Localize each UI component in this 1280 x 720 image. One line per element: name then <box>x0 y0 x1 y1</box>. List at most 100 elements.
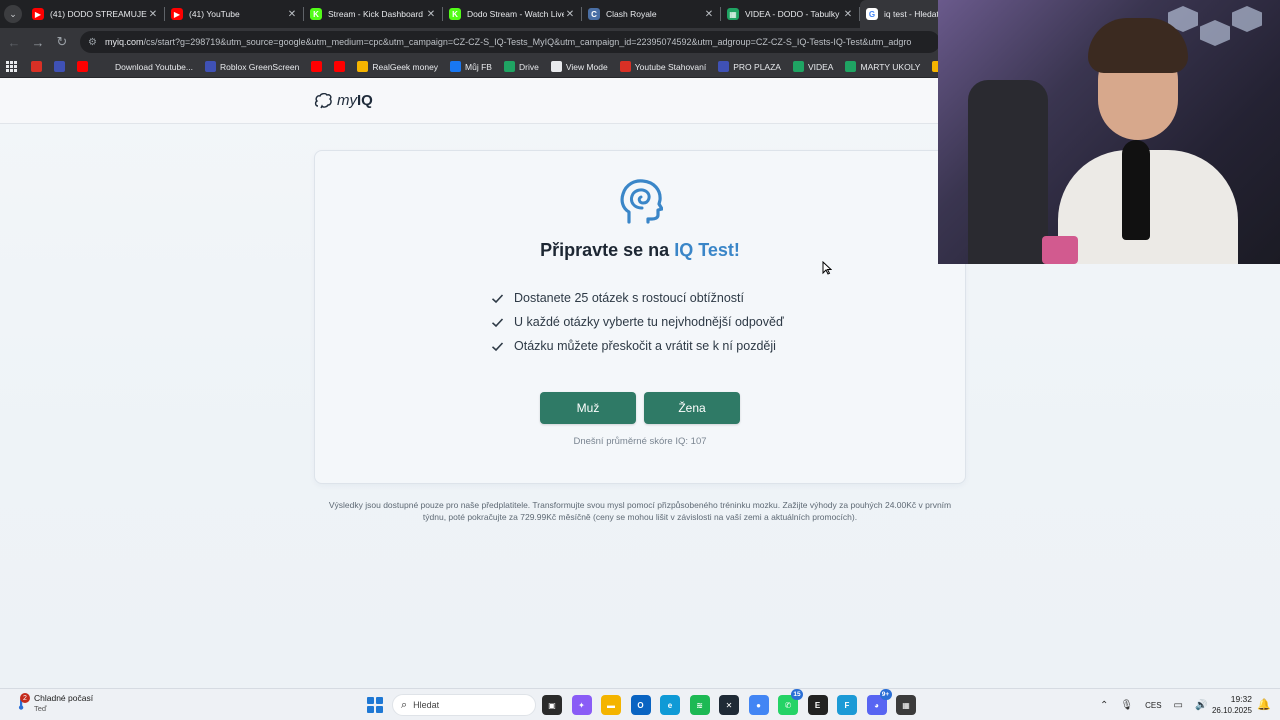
apps-grid-icon[interactable] <box>6 61 17 72</box>
site-info-icon[interactable]: ⚙ <box>88 37 97 48</box>
chevron-up-icon[interactable]: ⌃ <box>1100 700 1108 711</box>
browser-tab[interactable]: ▶ (41) YouTube ✕ <box>165 0 304 28</box>
epic-games-icon[interactable]: E <box>807 695 828 715</box>
taskbar-search-input[interactable]: ⌕ Hledat <box>392 694 536 716</box>
bookmark-item[interactable] <box>334 61 349 72</box>
tab-title: Dodo Stream - Watch Live <box>467 9 564 19</box>
bookmark-favicon-icon <box>204 61 216 72</box>
browser-tab[interactable]: ▶ (41) DODO STREAMUJE - ✕ <box>26 0 165 28</box>
taskbar-search-placeholder: Hledat <box>413 700 440 710</box>
feature-item: U každé otázky vyberte tu nejvhodnější o… <box>491 310 784 334</box>
language-indicator[interactable]: CES <box>1145 701 1161 710</box>
task-view-icon[interactable]: ▣ <box>542 695 562 715</box>
kick-icon: K <box>310 8 322 20</box>
card-title-prefix: Připravte se na <box>540 240 675 260</box>
search-icon: ⌕ <box>401 698 408 711</box>
bookmark-item[interactable]: Roblox GreenScreen <box>204 61 299 72</box>
volume-icon[interactable]: 🔊 <box>1195 700 1207 711</box>
close-tab-icon[interactable]: ✕ <box>564 9 576 20</box>
close-tab-icon[interactable]: ✕ <box>286 9 298 20</box>
subscription-footnote: Výsledky jsou dostupné pouze pro naše př… <box>328 500 952 522</box>
bookmark-item[interactable]: Drive <box>503 61 539 72</box>
chrome-icon[interactable]: ● <box>748 695 769 715</box>
google-icon: G <box>866 8 878 20</box>
close-tab-icon[interactable]: ✕ <box>147 9 159 20</box>
feature-text: Otázku můžete přeskočit a vrátit se k ní… <box>514 339 776 353</box>
close-tab-icon[interactable]: ✕ <box>425 9 437 20</box>
close-tab-icon[interactable]: ✕ <box>842 9 854 20</box>
site-logo[interactable]: my IQ <box>314 92 373 109</box>
app-badge: 9+ <box>879 689 892 700</box>
browser-tab[interactable]: ▦ VIDEA - DODO - Tabulky ✕ <box>721 0 860 28</box>
url-host: myiq.com <box>104 37 144 47</box>
bookmark-label: Drive <box>518 61 539 72</box>
outlook-icon[interactable]: O <box>630 695 651 715</box>
bookmark-label: RealGeek money <box>372 61 439 72</box>
bookmark-item[interactable]: Můj FB <box>450 61 492 72</box>
bookmark-item[interactable]: PRO PLAZA <box>718 61 781 72</box>
sheets-icon: ▦ <box>727 8 739 20</box>
male-button[interactable]: Muž <box>540 392 636 424</box>
spotify-icon[interactable]: ≋ <box>689 695 710 715</box>
clock[interactable]: 19:32 26.10.2025 <box>1208 694 1252 715</box>
bookmark-label: VIDEA <box>807 61 834 72</box>
female-button[interactable]: Žena <box>644 392 740 424</box>
network-icon[interactable]: ▭ <box>1174 700 1183 711</box>
url-text: myiq.com/cs/start?g=298719&utm_source=go… <box>105 37 911 47</box>
tab-strip: ▶ (41) DODO STREAMUJE - ✕ ▶ (41) YouTube ✕ K St… <box>26 0 999 28</box>
reload-button[interactable]: ↻ <box>50 30 74 54</box>
bookmark-favicon-icon <box>718 61 730 72</box>
file-explorer-icon[interactable]: ▬ <box>601 695 621 715</box>
bookmark-favicon-icon <box>792 61 804 72</box>
brain-logo-icon <box>314 92 332 108</box>
bookmark-favicon-icon <box>619 61 631 72</box>
feature-text: Dostanete 25 otázek s rostoucí obtížnost… <box>514 291 744 305</box>
average-score-text: Dnešní průměrné skóre IQ: 107 <box>573 436 707 447</box>
tab-search-button[interactable]: ⌄ <box>0 0 26 28</box>
logo-text-my: my <box>337 92 357 109</box>
bookmark-item[interactable] <box>31 61 46 72</box>
bookmark-item[interactable] <box>77 61 92 72</box>
bookmark-item[interactable]: Download Youtube... <box>100 61 193 72</box>
checkmark-icon <box>491 317 504 327</box>
head-spiral-icon <box>620 179 663 224</box>
weather-subtitle: Teď <box>34 704 47 713</box>
notification-bell-icon[interactable]: 🔔 <box>1257 698 1271 711</box>
url-input[interactable]: ⚙ myiq.com/cs/start?g=298719&utm_source=… <box>80 31 940 53</box>
weather-title: Chladné počasí <box>34 693 94 703</box>
bookmark-favicon-icon <box>54 61 65 72</box>
bookmark-item[interactable]: MARTY UKOLY <box>845 61 920 72</box>
discord-icon[interactable]: ◕ 9+ <box>866 689 892 715</box>
forward-button[interactable]: → <box>26 30 50 54</box>
bookmark-item[interactable] <box>54 61 69 72</box>
checkmark-icon <box>491 293 504 303</box>
bookmark-item[interactable]: View Mode <box>550 61 608 72</box>
bookmark-favicon-icon <box>845 61 857 72</box>
browser-tab[interactable]: K Stream - Kick Dashboard ✕ <box>304 0 443 28</box>
start-button[interactable] <box>367 697 383 713</box>
feature-item: Dostanete 25 otázek s rostoucí obtížnost… <box>491 286 784 310</box>
clock-date: 26.10.2025 <box>1211 706 1252 715</box>
microphone-icon[interactable]: 🎙 <box>1120 700 1133 711</box>
back-button[interactable]: ← <box>2 30 26 54</box>
close-tab-icon[interactable]: ✕ <box>703 9 715 20</box>
bookmark-item[interactable]: RealGeek money <box>357 61 438 72</box>
terminal-icon[interactable]: ✕ <box>719 695 739 715</box>
system-tray: ⌃ 🎙 CES ▭ 🔊 <box>1100 689 1219 720</box>
copilot-icon[interactable]: ✦ <box>571 695 592 715</box>
weather-widget[interactable]: 2 Chladné počasí Teď <box>14 693 93 713</box>
bookmark-item[interactable]: Youtube Stahovaní <box>619 61 706 72</box>
bookmark-favicon-icon <box>357 61 369 72</box>
whatsapp-icon[interactable]: ✆ 15 <box>778 689 803 715</box>
bookmark-label: Download Youtube... <box>115 61 193 72</box>
browser-tab[interactable]: C Clash Royale ✕ <box>582 0 721 28</box>
browser-tab[interactable]: K Dodo Stream - Watch Live ✕ <box>443 0 582 28</box>
bookmark-item[interactable]: VIDEA <box>792 61 834 72</box>
weather-icon: 2 <box>14 693 30 710</box>
app-icon[interactable]: F <box>837 695 857 715</box>
intro-card: Připravte se na IQ Test! Dostanete 25 ot… <box>314 150 966 484</box>
calculator-icon[interactable]: ▦ <box>896 695 916 715</box>
edge-icon[interactable]: e <box>660 695 680 715</box>
taskbar-apps: ▣ ✦ ▬ Oe ≋ ✕ ● ✆ 15 E F ◕ 9+ ▦ <box>542 689 926 715</box>
bookmark-item[interactable] <box>311 61 326 72</box>
